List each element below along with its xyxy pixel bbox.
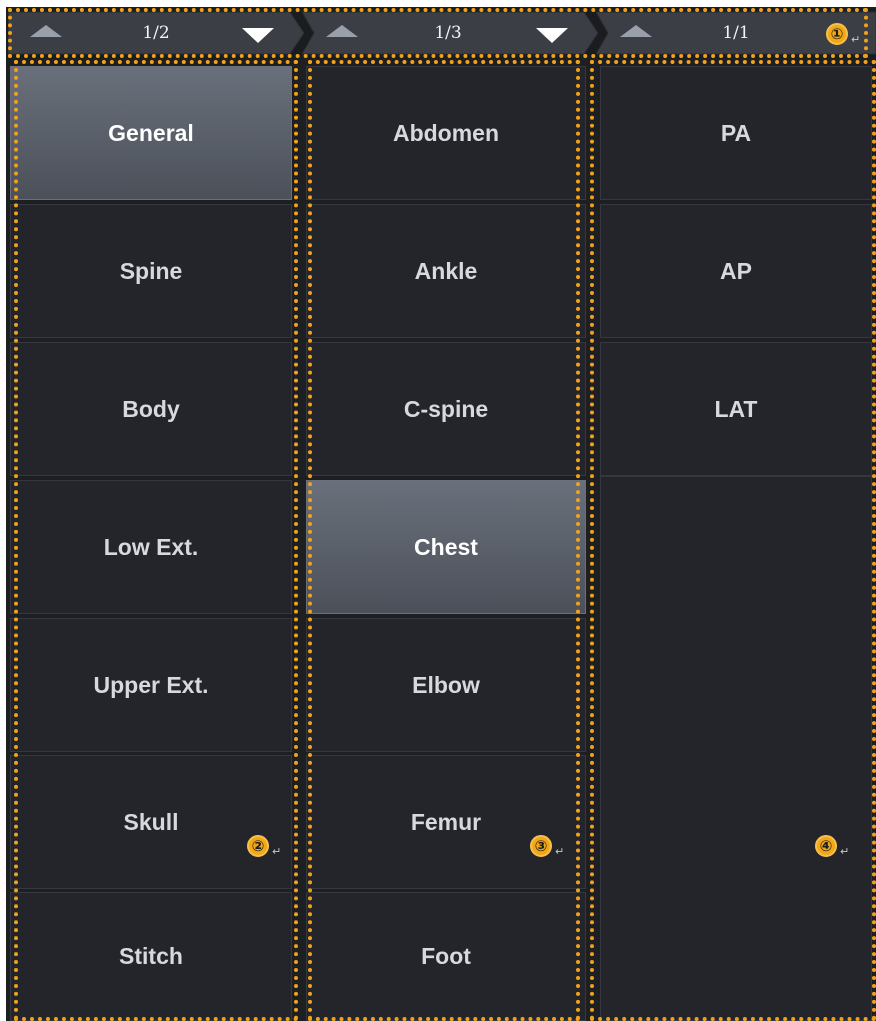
- page-down-arrow-icon[interactable]: [242, 28, 274, 43]
- pager-column-1: 1/2: [8, 8, 304, 58]
- return-mark: ↵: [851, 33, 861, 46]
- list-item-foot[interactable]: Foot: [306, 892, 586, 1021]
- list-item-chest[interactable]: Chest: [306, 480, 586, 614]
- callout-4-badge: ④: [815, 835, 837, 857]
- callout-2-badge: ②: [247, 835, 269, 857]
- list-item-elbow[interactable]: Elbow: [306, 618, 586, 752]
- page-indicator: 1/3: [434, 23, 462, 43]
- list-item-upper-ext[interactable]: Upper Ext.: [10, 618, 292, 752]
- empty-list-area: [600, 476, 872, 1021]
- return-mark: ↵: [272, 845, 282, 858]
- page-up-arrow-icon[interactable]: [620, 25, 652, 37]
- page-up-arrow-icon[interactable]: [30, 25, 62, 37]
- page-indicator: 1/1: [722, 23, 750, 43]
- list-item-body[interactable]: Body: [10, 342, 292, 476]
- page-up-arrow-icon[interactable]: [326, 25, 358, 37]
- pager-bar: 1/2 1/3 1/1: [8, 8, 876, 58]
- list-item-low-ext[interactable]: Low Ext.: [10, 480, 292, 614]
- return-mark: ↵: [840, 845, 850, 858]
- list-item-femur[interactable]: Femur: [306, 755, 586, 889]
- pager-column-2: 1/3: [302, 8, 598, 58]
- return-mark: ↵: [555, 845, 565, 858]
- list-item-stitch[interactable]: Stitch: [10, 892, 292, 1021]
- column-3-list: PA AP LAT: [600, 66, 872, 1021]
- list-item-ankle[interactable]: Ankle: [306, 204, 586, 338]
- callout-3-badge: ③: [530, 835, 552, 857]
- page-down-arrow-icon[interactable]: [536, 28, 568, 43]
- column-2-list: Abdomen Ankle C-spine Chest Elbow Femur …: [306, 66, 586, 1021]
- list-item-skull[interactable]: Skull: [10, 755, 292, 889]
- list-item-spine[interactable]: Spine: [10, 204, 292, 338]
- page-indicator: 1/2: [142, 23, 170, 43]
- list-item-general[interactable]: General: [10, 66, 292, 200]
- list-item-c-spine[interactable]: C-spine: [306, 342, 586, 476]
- list-item-ap[interactable]: AP: [600, 204, 872, 338]
- callout-1-badge: ①: [826, 23, 848, 45]
- column-1-list: General Spine Body Low Ext. Upper Ext. S…: [10, 66, 292, 1021]
- list-item-abdomen[interactable]: Abdomen: [306, 66, 586, 200]
- list-item-pa[interactable]: PA: [600, 66, 872, 200]
- list-item-lat[interactable]: LAT: [600, 342, 872, 476]
